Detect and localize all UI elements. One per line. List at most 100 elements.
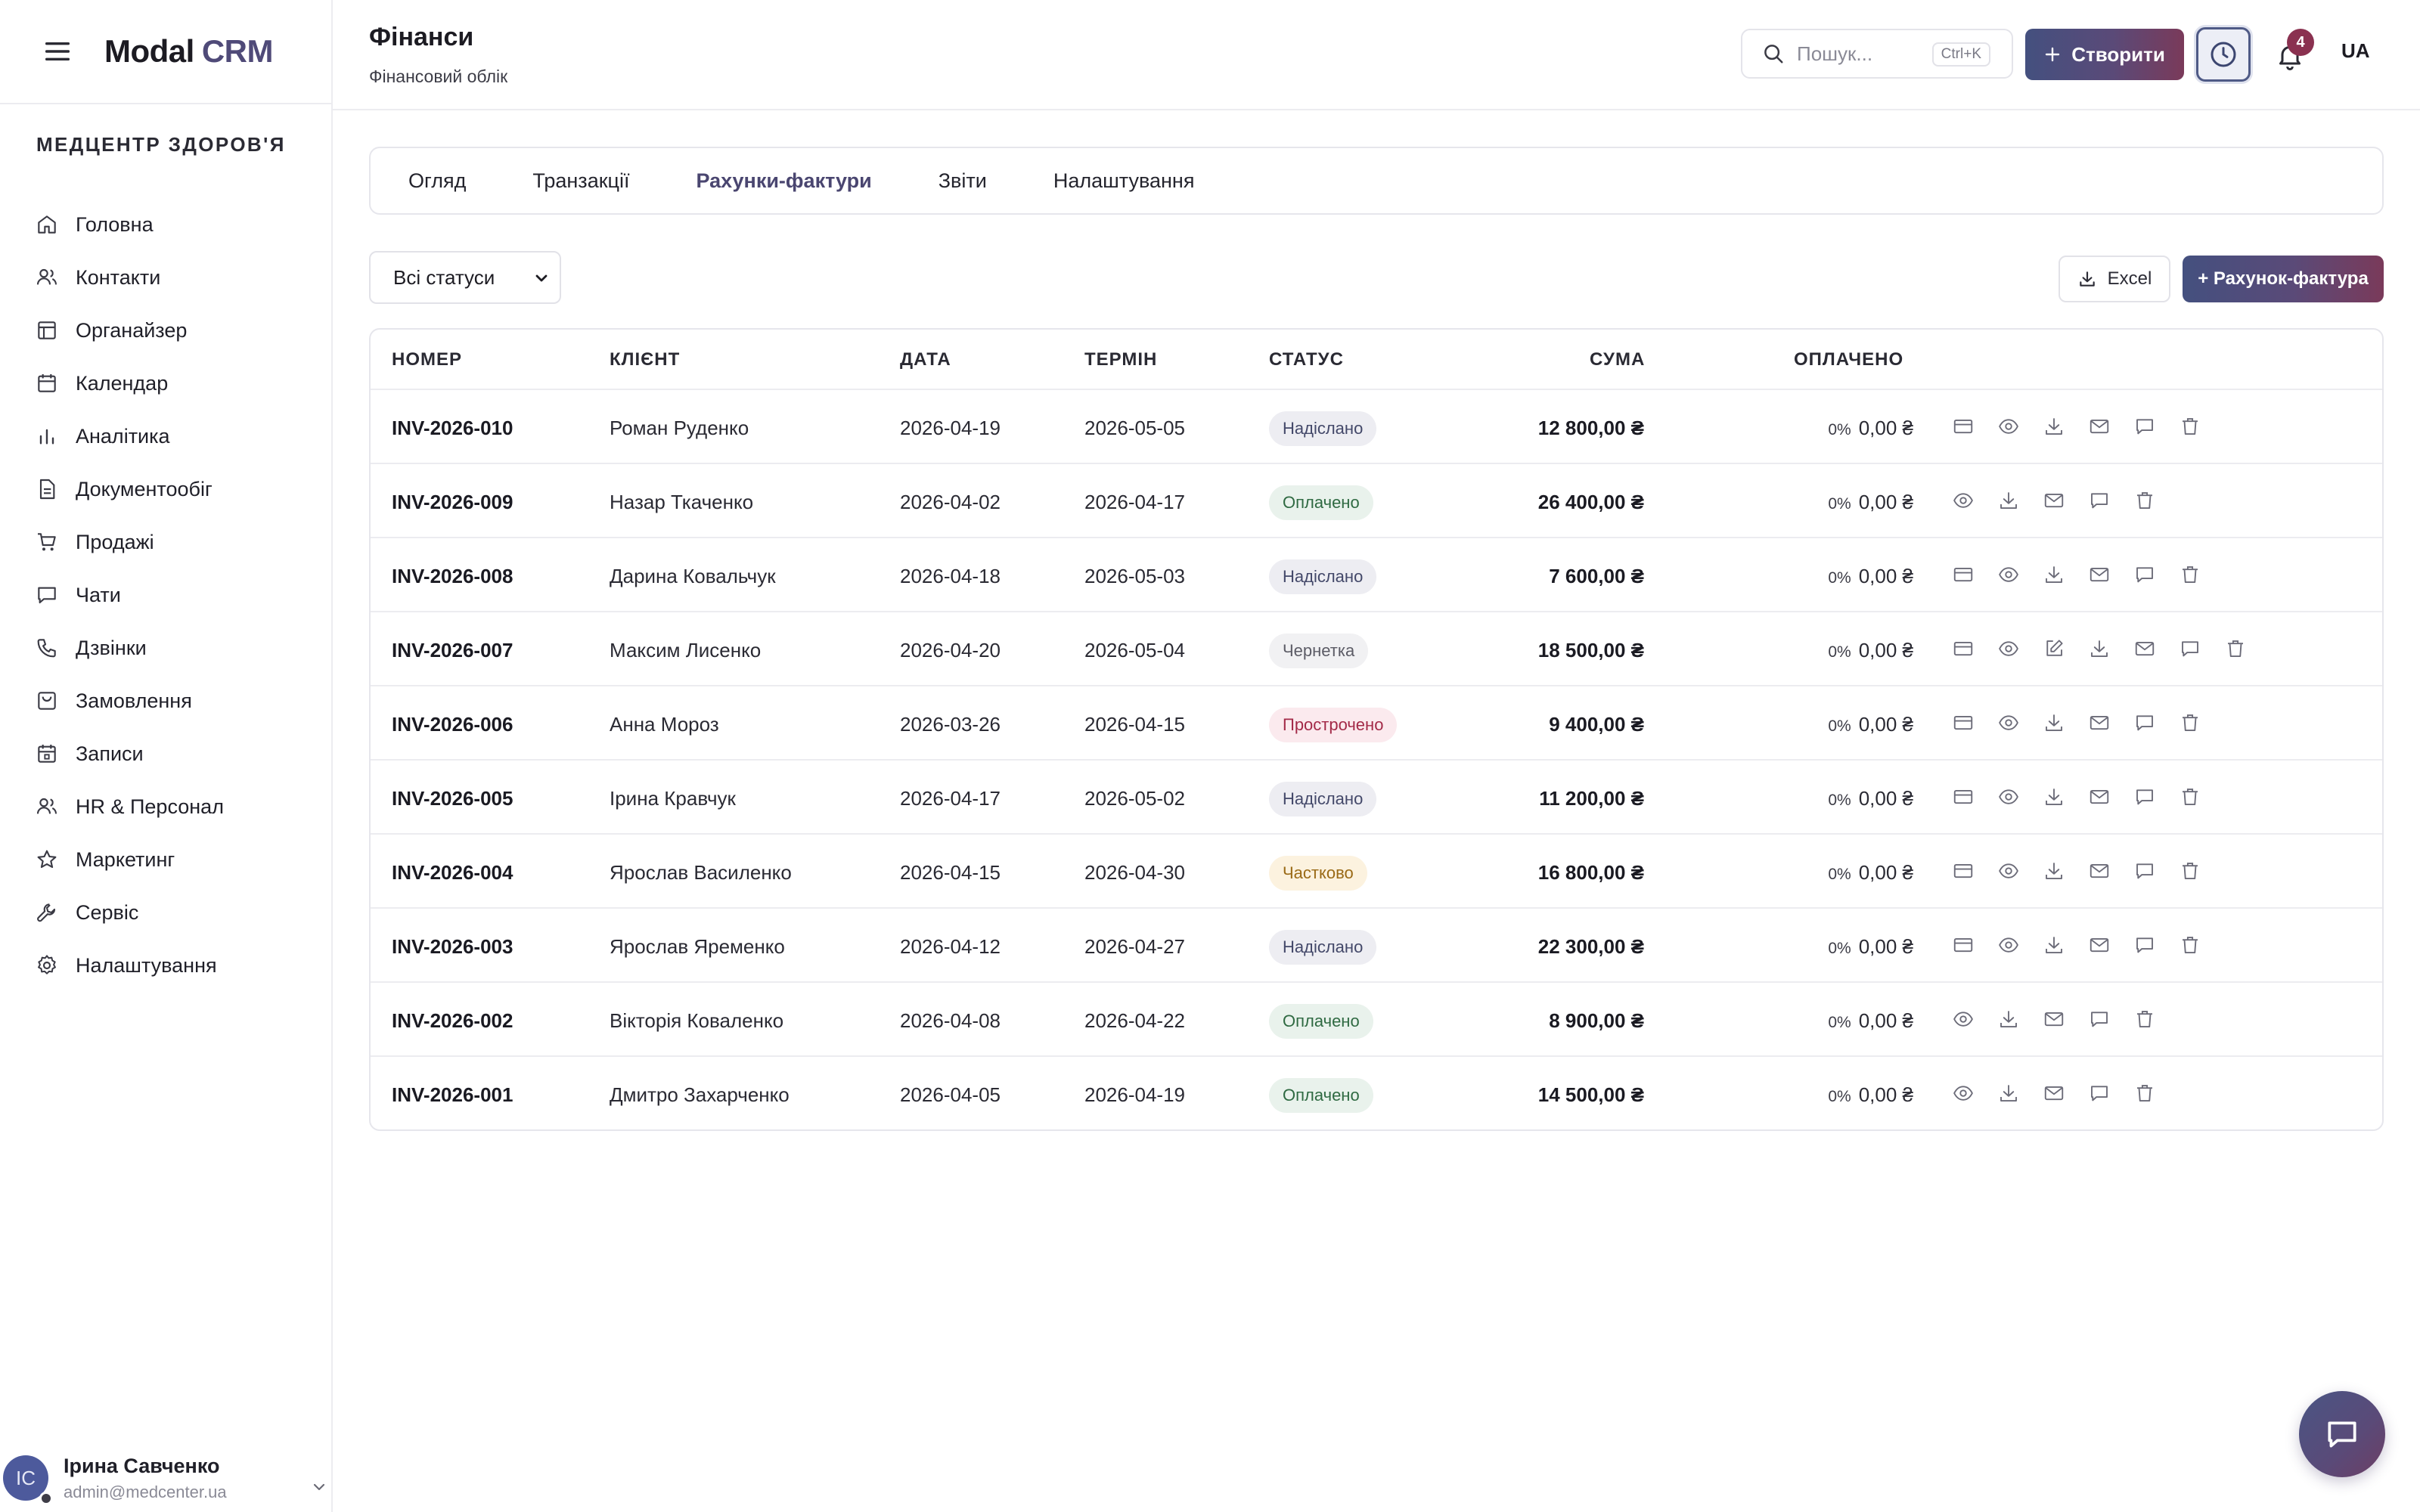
tab-2[interactable]: Рахунки-фактури	[696, 169, 871, 193]
trash-icon[interactable]	[2131, 1005, 2158, 1033]
tab-0[interactable]: Огляд	[408, 169, 466, 193]
invoice-number[interactable]: INV-2026-005	[392, 787, 513, 810]
card-icon[interactable]	[1950, 783, 1977, 810]
mail-icon[interactable]	[2040, 1005, 2068, 1033]
new-invoice-button[interactable]: + Рахунок-фактура	[2183, 256, 2384, 302]
sidebar-item-calendar[interactable]: Календар	[33, 357, 321, 410]
trash-icon[interactable]	[2176, 709, 2204, 736]
header-date[interactable]: ДАТА	[900, 349, 951, 370]
eye-icon[interactable]	[1995, 709, 2022, 736]
header-paid[interactable]: ОПЛАЧЕНО	[1794, 349, 1903, 370]
tab-4[interactable]: Налаштування	[1053, 169, 1195, 193]
invoice-number[interactable]: INV-2026-003	[392, 935, 513, 959]
comment-icon[interactable]	[2176, 635, 2204, 662]
chevron-down-icon[interactable]	[312, 1482, 327, 1492]
card-icon[interactable]	[1950, 561, 1977, 588]
table-row[interactable]: INV-2026-003 Ярослав Яременко 2026-04-12 20…	[371, 909, 2382, 983]
search-input[interactable]	[1797, 42, 1925, 66]
invoice-number[interactable]: INV-2026-001	[392, 1083, 513, 1107]
tab-3[interactable]: Звіти	[939, 169, 987, 193]
menu-icon[interactable]	[42, 36, 73, 67]
create-button[interactable]: Створити	[2025, 29, 2184, 80]
mail-icon[interactable]	[2086, 857, 2113, 885]
sidebar-item-home[interactable]: Головна	[33, 198, 321, 251]
sidebar-item-phone[interactable]: Дзвінки	[33, 621, 321, 674]
sidebar-item-star[interactable]: Маркетинг	[33, 833, 321, 886]
comment-icon[interactable]	[2131, 709, 2158, 736]
card-icon[interactable]	[1950, 635, 1977, 662]
invoice-number[interactable]: INV-2026-010	[392, 417, 513, 440]
edit-icon[interactable]	[2040, 635, 2068, 662]
download-icon[interactable]	[2040, 413, 2068, 440]
trash-icon[interactable]	[2131, 487, 2158, 514]
export-excel-button[interactable]: Excel	[2059, 256, 2170, 302]
language-switch[interactable]: UA	[2341, 39, 2370, 63]
download-icon[interactable]	[1995, 487, 2022, 514]
table-row[interactable]: INV-2026-005 Ірина Кравчук 2026-04-17 2026-…	[371, 761, 2382, 835]
invoice-number[interactable]: INV-2026-009	[392, 491, 513, 514]
mail-icon[interactable]	[2040, 1080, 2068, 1107]
table-row[interactable]: INV-2026-004 Ярослав Василенко 2026-04-15 2…	[371, 835, 2382, 909]
table-row[interactable]: INV-2026-001 Дмитро Захарченко 2026-04-05 2…	[371, 1057, 2382, 1129]
table-row[interactable]: INV-2026-008 Дарина Ковальчук 2026-04-18 20…	[371, 538, 2382, 612]
download-icon[interactable]	[2040, 931, 2068, 959]
comment-icon[interactable]	[2131, 931, 2158, 959]
status-filter-select[interactable]: Всі статуси	[369, 251, 561, 304]
app-logo[interactable]: Modal CRM	[104, 33, 273, 70]
trash-icon[interactable]	[2176, 561, 2204, 588]
card-icon[interactable]	[1950, 413, 1977, 440]
comment-icon[interactable]	[2086, 1080, 2113, 1107]
download-icon[interactable]	[2040, 561, 2068, 588]
trash-icon[interactable]	[2176, 783, 2204, 810]
mail-icon[interactable]	[2131, 635, 2158, 662]
search-box[interactable]: Ctrl+K	[1741, 29, 2013, 79]
eye-icon[interactable]	[1950, 1005, 1977, 1033]
card-icon[interactable]	[1950, 931, 1977, 959]
mail-icon[interactable]	[2086, 931, 2113, 959]
table-row[interactable]: INV-2026-009 Назар Ткаченко 2026-04-02 2026…	[371, 464, 2382, 538]
download-icon[interactable]	[2040, 857, 2068, 885]
download-icon[interactable]	[2040, 709, 2068, 736]
sidebar-item-gear[interactable]: Налаштування	[33, 939, 321, 992]
trash-icon[interactable]	[2176, 931, 2204, 959]
sidebar-item-document[interactable]: Документообіг	[33, 463, 321, 516]
tab-1[interactable]: Транзакції	[532, 169, 629, 193]
trash-icon[interactable]	[2131, 1080, 2158, 1107]
comment-icon[interactable]	[2131, 857, 2158, 885]
invoice-number[interactable]: INV-2026-008	[392, 565, 513, 588]
invoice-number[interactable]: INV-2026-002	[392, 1009, 513, 1033]
invoice-number[interactable]: INV-2026-004	[392, 861, 513, 885]
card-icon[interactable]	[1950, 857, 1977, 885]
table-row[interactable]: INV-2026-006 Анна Мороз 2026-03-26 2026-04-…	[371, 686, 2382, 761]
mail-icon[interactable]	[2086, 709, 2113, 736]
invoice-number[interactable]: INV-2026-006	[392, 713, 513, 736]
sidebar-item-shopping-bag[interactable]: Замовлення	[33, 674, 321, 727]
header-status[interactable]: СТАТУС	[1269, 349, 1344, 370]
invoice-number[interactable]: INV-2026-007	[392, 639, 513, 662]
mail-icon[interactable]	[2086, 783, 2113, 810]
trash-icon[interactable]	[2176, 857, 2204, 885]
mail-icon[interactable]	[2040, 487, 2068, 514]
download-icon[interactable]	[1995, 1080, 2022, 1107]
eye-icon[interactable]	[1995, 931, 2022, 959]
comment-icon[interactable]	[2086, 487, 2113, 514]
download-icon[interactable]	[2086, 635, 2113, 662]
sidebar-item-calendar-check[interactable]: Записи	[33, 727, 321, 780]
trash-icon[interactable]	[2222, 635, 2249, 662]
header-sum[interactable]: СУМА	[1590, 349, 1645, 370]
sidebar-item-cart[interactable]: Продажі	[33, 516, 321, 569]
sidebar-item-users[interactable]: Контакти	[33, 251, 321, 304]
eye-icon[interactable]	[1995, 413, 2022, 440]
download-icon[interactable]	[2040, 783, 2068, 810]
header-due[interactable]: ТЕРМІН	[1084, 349, 1157, 370]
download-icon[interactable]	[1995, 1005, 2022, 1033]
card-icon[interactable]	[1950, 709, 1977, 736]
table-row[interactable]: INV-2026-002 Вікторія Коваленко 2026-04-08…	[371, 983, 2382, 1057]
eye-icon[interactable]	[1995, 635, 2022, 662]
sidebar-item-chat[interactable]: Чати	[33, 569, 321, 621]
time-tracker-button[interactable]	[2196, 27, 2251, 82]
user-card[interactable]: IC Ірина Савченко admin@medcenter.ua	[0, 1444, 333, 1512]
header-number[interactable]: НОМЕР	[392, 349, 462, 370]
comment-icon[interactable]	[2131, 561, 2158, 588]
mail-icon[interactable]	[2086, 561, 2113, 588]
